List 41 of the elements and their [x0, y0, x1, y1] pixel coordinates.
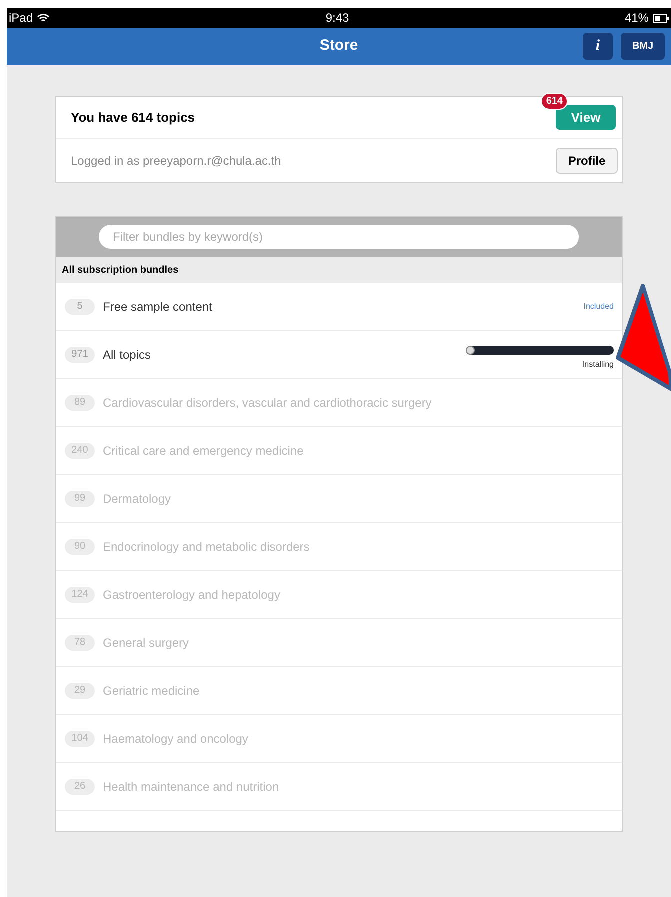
bundle-name: Cardiovascular disorders, vascular and cardiothoracic surgery — [103, 394, 432, 412]
section-title: All subscription bundles — [62, 264, 179, 278]
count-badge: 124 — [65, 586, 95, 602]
count-badge: 89 — [65, 394, 95, 410]
info-button[interactable]: i — [583, 33, 613, 60]
login-info: Logged in as preeyaporn.r@chula.ac.th — [71, 152, 282, 170]
bundle-name: Geriatric medicine — [103, 682, 200, 700]
bundle-name: Dermatology — [103, 490, 172, 508]
filter-field[interactable]: Filter bundles by keyword(s) — [99, 225, 579, 249]
battery-percent: 41% — [624, 10, 649, 27]
bundle-name: Health maintenance and nutrition — [103, 778, 280, 796]
profile-button[interactable]: Profile — [556, 148, 618, 174]
count-badge: 104 — [65, 730, 95, 746]
battery-icon — [652, 14, 669, 22]
status-label: Installing — [582, 359, 614, 371]
page-title: Store — [320, 36, 358, 56]
topics-summary: You have 614 topics — [71, 108, 196, 127]
bundle-name: Haematology and oncology — [103, 730, 248, 748]
bundle-name: Endocrinology and metabolic disorders — [103, 538, 310, 556]
count-badge: 99 — [65, 490, 95, 506]
view-button[interactable]: View — [556, 105, 616, 130]
bundle-row[interactable]: 5 Free sample content Included — [56, 283, 622, 331]
status-label: Included — [584, 300, 614, 312]
bundle-name: Gastroenterology and hepatology — [103, 586, 280, 604]
bundle-name: Critical care and emergency medicine — [103, 442, 304, 460]
brand-button[interactable]: BMJ — [621, 33, 665, 60]
wifi-icon — [37, 13, 50, 23]
bundle-row[interactable]: 971 All topics Installing — [56, 331, 622, 379]
clock-time: 9:43 — [326, 10, 350, 27]
count-badge: 26 — [65, 778, 95, 794]
count-badge: 971 — [65, 346, 95, 362]
bundle-name: Free sample content — [103, 298, 212, 316]
device-name: iPad — [9, 10, 34, 27]
count-badge: 240 — [65, 442, 95, 458]
count-badge: 90 — [65, 538, 95, 554]
bundle-name: All topics — [103, 346, 152, 364]
count-badge: 29 — [65, 682, 95, 698]
count-badge: 5 — [65, 298, 95, 314]
count-badge: 78 — [65, 634, 95, 650]
count-badge: 614 — [541, 93, 568, 110]
bundle-name: General surgery — [103, 634, 190, 652]
